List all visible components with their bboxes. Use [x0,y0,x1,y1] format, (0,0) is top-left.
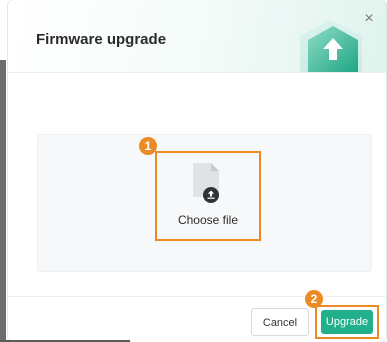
upgrade-button[interactable]: Upgrade [321,310,373,334]
upload-dropzone[interactable]: Choose file [37,134,372,272]
dialog-body: Choose file [8,73,386,295]
step-badge-2: 2 [305,290,323,308]
choose-file-button[interactable]: Choose file [155,151,261,241]
background-panel-edge [0,60,6,342]
cancel-button[interactable]: Cancel [251,308,309,336]
dialog-header: Firmware upgrade × [8,0,386,73]
choose-file-label: Choose file [177,213,239,227]
upgrade-highlight: Upgrade [315,305,379,339]
file-upload-icon [193,163,219,203]
step-badge-1: 1 [139,137,157,155]
firmware-upgrade-dialog: Firmware upgrade × Choose file Cancel Up… [8,0,386,342]
dialog-title: Firmware upgrade [36,31,167,48]
dialog-footer: Cancel Upgrade [8,296,386,342]
close-icon[interactable]: × [362,11,376,27]
screen: Firmware upgrade × Choose file Cancel Up… [0,0,387,342]
